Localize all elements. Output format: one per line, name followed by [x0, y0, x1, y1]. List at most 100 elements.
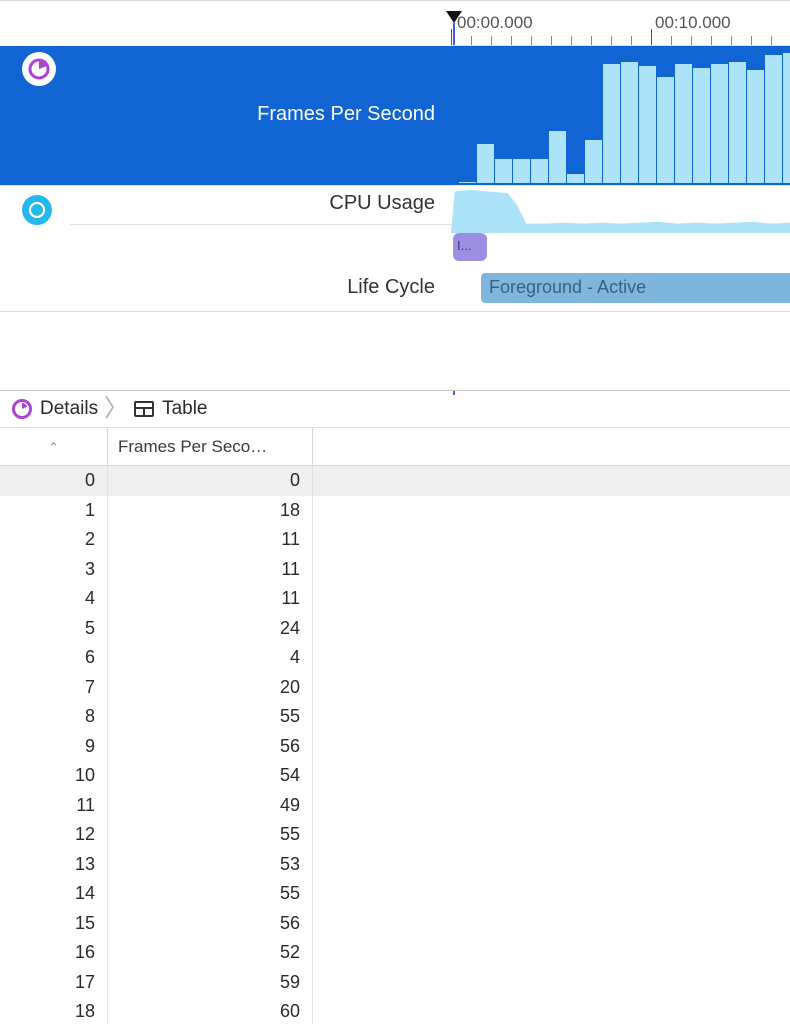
table-icon	[134, 401, 154, 417]
fps-bar	[747, 70, 764, 183]
track-fps-title: Frames Per Second	[257, 103, 435, 126]
cell-fps: 60	[108, 997, 313, 1024]
cell-index: 12	[0, 820, 108, 850]
fps-bar	[459, 182, 476, 183]
fps-bar	[531, 159, 548, 183]
cpu-chart[interactable]	[451, 186, 790, 233]
fps-bar	[765, 55, 782, 183]
ruler-tick-label: 00:10.000	[655, 13, 731, 33]
fps-pie-icon	[22, 52, 56, 86]
table-row[interactable]: 411	[0, 584, 790, 614]
cell-index: 5	[0, 614, 108, 644]
track-life-cycle[interactable]: Life Cycle I... Foreground - Active	[0, 233, 790, 312]
cell-index: 1	[0, 496, 108, 526]
track-life-title: Life Cycle	[347, 276, 435, 299]
cell-fps: 56	[108, 909, 313, 939]
fps-bar	[621, 62, 638, 183]
cell-index: 6	[0, 643, 108, 673]
cell-index: 7	[0, 673, 108, 703]
fps-bar	[639, 66, 656, 183]
life-chart[interactable]: I... Foreground - Active	[451, 233, 790, 311]
table-row[interactable]: 1455	[0, 879, 790, 909]
cell-fps: 20	[108, 673, 313, 703]
life-phase-foreground[interactable]: Foreground - Active	[481, 273, 790, 303]
fps-bar	[711, 64, 728, 183]
fps-bar	[675, 64, 692, 183]
cell-fps: 59	[108, 968, 313, 998]
cell-fps: 55	[108, 702, 313, 732]
breadcrumb-details[interactable]: Details	[40, 398, 98, 420]
fps-bar	[477, 144, 494, 183]
cell-fps: 0	[108, 466, 313, 496]
cell-index: 4	[0, 584, 108, 614]
fps-bar	[549, 131, 566, 183]
details-pie-icon	[12, 399, 32, 419]
ruler-ticks: 00:00.000 00:10.000	[451, 11, 790, 46]
table-row[interactable]: 1255	[0, 820, 790, 850]
table-row[interactable]: 524	[0, 614, 790, 644]
fps-bar	[729, 62, 746, 183]
detail-pane-header: Details 〉 Table	[0, 390, 790, 428]
ruler-tick-label: 00:00.000	[457, 13, 533, 33]
table-row[interactable]: 720	[0, 673, 790, 703]
track-cpu[interactable]: CPU Usage	[0, 185, 790, 233]
cell-fps: 55	[108, 879, 313, 909]
cpu-area	[451, 186, 790, 233]
table-row[interactable]: 1054	[0, 761, 790, 791]
cell-index: 8	[0, 702, 108, 732]
fps-chart[interactable]	[451, 46, 790, 183]
table-row[interactable]: 1353	[0, 850, 790, 880]
life-phase-initializing[interactable]: I...	[453, 233, 487, 261]
table-row[interactable]: 211	[0, 525, 790, 555]
fps-bar	[783, 53, 790, 183]
cell-index: 13	[0, 850, 108, 880]
fps-bar	[567, 174, 584, 183]
cell-fps: 53	[108, 850, 313, 880]
cell-index: 10	[0, 761, 108, 791]
table-body: 0011821131141152464720855956105411491255…	[0, 466, 790, 1024]
cell-index: 11	[0, 791, 108, 821]
table-col-index[interactable]: ⌃	[0, 428, 108, 465]
breadcrumb-table[interactable]: Table	[162, 398, 207, 420]
fps-bar	[657, 77, 674, 183]
cell-fps: 55	[108, 820, 313, 850]
fps-bar	[693, 68, 710, 183]
cell-index: 0	[0, 466, 108, 496]
table-header: ⌃ Frames Per Seco…	[0, 428, 790, 466]
cell-index: 2	[0, 525, 108, 555]
cpu-gauge-icon	[22, 195, 52, 225]
cell-index: 16	[0, 938, 108, 968]
cell-index: 9	[0, 732, 108, 762]
table-row[interactable]: 1759	[0, 968, 790, 998]
cell-fps: 11	[108, 584, 313, 614]
table-row[interactable]: 956	[0, 732, 790, 762]
cell-index: 15	[0, 909, 108, 939]
table-row[interactable]: 1149	[0, 791, 790, 821]
fps-bar	[513, 159, 530, 183]
track-cpu-title: CPU Usage	[329, 192, 435, 215]
tracks-pane: Frames Per Second CPU Usage Life Cycle I…	[0, 46, 790, 312]
table-row[interactable]: 64	[0, 643, 790, 673]
cell-fps: 52	[108, 938, 313, 968]
cell-index: 17	[0, 968, 108, 998]
cell-index: 14	[0, 879, 108, 909]
table-row[interactable]: 118	[0, 496, 790, 526]
cell-fps: 24	[108, 614, 313, 644]
cell-fps: 54	[108, 761, 313, 791]
sort-asc-icon: ⌃	[48, 440, 58, 454]
track-fps[interactable]: Frames Per Second	[0, 46, 790, 185]
fps-bar	[585, 140, 602, 183]
table-row[interactable]: 1860	[0, 997, 790, 1024]
timeline-ruler[interactable]: 00:00.000 00:10.000	[0, 0, 790, 46]
table-row[interactable]: 855	[0, 702, 790, 732]
table-row[interactable]: 311	[0, 555, 790, 585]
table-col-fps[interactable]: Frames Per Seco…	[108, 428, 313, 465]
table-row[interactable]: 1556	[0, 909, 790, 939]
cell-fps: 49	[108, 791, 313, 821]
cell-fps: 18	[108, 496, 313, 526]
fps-bar	[603, 64, 620, 183]
detail-table: ⌃ Frames Per Seco… 001182113114115246472…	[0, 428, 790, 1024]
table-row[interactable]: 00	[0, 466, 790, 496]
cell-index: 3	[0, 555, 108, 585]
table-row[interactable]: 1652	[0, 938, 790, 968]
